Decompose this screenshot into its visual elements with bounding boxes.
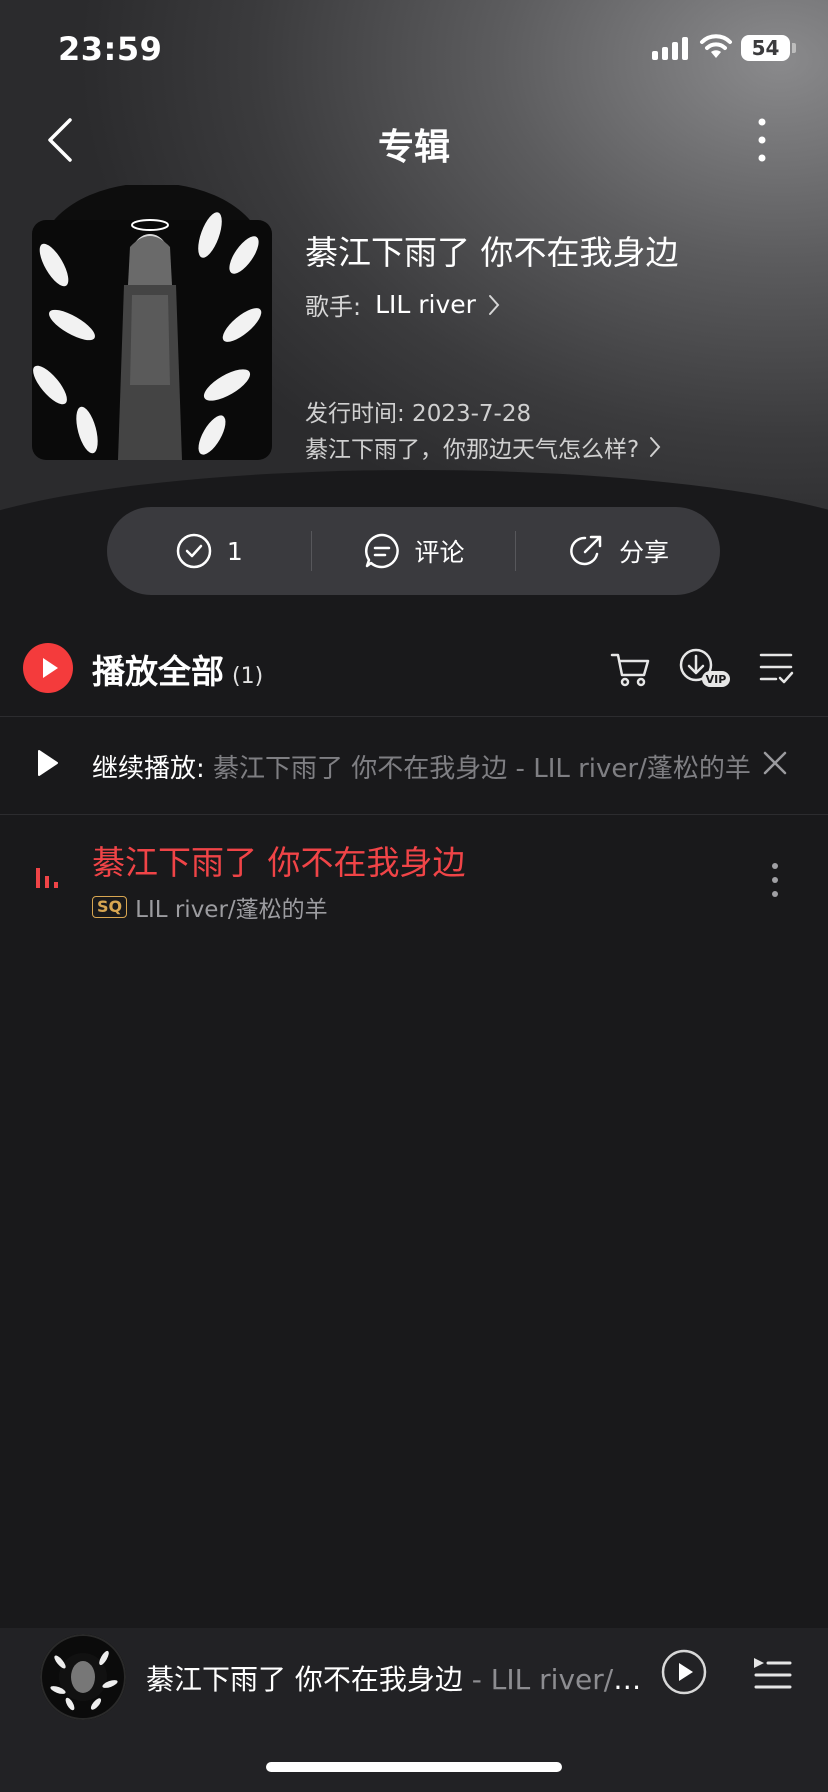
continue-song: 綦江下雨了 你不在我身边 - LIL river/蓬松的羊 xyxy=(204,754,751,784)
share-button[interactable]: 分享 xyxy=(516,532,720,570)
play-all-row: 播放全部 (1) VIP xyxy=(0,625,828,710)
mini-player-title: 綦江下雨了 你不在我身边 xyxy=(146,1663,463,1696)
status-time: 23:59 xyxy=(58,30,163,68)
now-playing-icon xyxy=(36,866,58,888)
play-circle-icon[interactable] xyxy=(660,1648,708,1696)
play-all-button[interactable] xyxy=(23,643,73,693)
cellular-signal-icon xyxy=(652,36,688,60)
continue-playing-bar[interactable]: 继续播放: 綦江下雨了 你不在我身边 - LIL river/蓬松的羊 xyxy=(0,716,828,814)
play-all-text: 播放全部 xyxy=(92,652,224,691)
album-description-text: 綦江下雨了，你那边天气怎么样? xyxy=(305,437,640,463)
collect-count: 1 xyxy=(226,536,243,566)
album-screen: 23:59 54 专辑 綦江下雨了 你不在我身边 歌手: LIL river 发… xyxy=(0,0,828,1792)
divider xyxy=(0,814,828,815)
share-label: 分享 xyxy=(619,538,670,567)
cart-icon[interactable] xyxy=(606,643,656,693)
song-row[interactable]: 綦江下雨了 你不在我身边 SQ LIL river/蓬松的羊 xyxy=(0,830,828,930)
release-date: 发行时间: 2023-7-28 xyxy=(305,401,532,427)
mini-player-cover[interactable] xyxy=(40,1634,126,1720)
album-title: 綦江下雨了 你不在我身边 xyxy=(305,233,679,272)
home-indicator[interactable] xyxy=(266,1762,562,1772)
mini-player-artist: - LIL river/蓬松的羊 xyxy=(471,1663,646,1696)
album-cover[interactable] xyxy=(32,185,272,460)
play-all-count: (1) xyxy=(232,664,264,689)
chevron-right-icon xyxy=(488,294,500,315)
comment-button[interactable]: 评论 xyxy=(312,532,516,570)
play-icon xyxy=(43,658,58,678)
vip-download-icon[interactable]: VIP xyxy=(676,643,734,693)
collect-button[interactable]: 1 xyxy=(107,532,311,570)
more-vertical-icon[interactable] xyxy=(750,115,774,165)
play-icon xyxy=(38,750,58,776)
status-bar: 23:59 54 xyxy=(0,0,828,100)
comment-label: 评论 xyxy=(414,538,465,567)
album-actions-bar: 1 评论 分享 xyxy=(107,507,720,595)
svg-text:VIP: VIP xyxy=(706,673,727,686)
share-icon xyxy=(570,535,602,566)
song-meta: SQ LIL river/蓬松的羊 xyxy=(92,890,328,924)
battery-indicator: 54 xyxy=(741,35,790,61)
close-icon[interactable] xyxy=(762,750,788,776)
continue-label: 继续播放: xyxy=(92,754,205,784)
chevron-right-icon xyxy=(650,437,661,457)
play-all-label[interactable]: 播放全部 (1) xyxy=(92,645,263,693)
page-title: 专辑 xyxy=(377,127,450,168)
sq-quality-badge: SQ xyxy=(92,896,128,918)
more-vertical-icon[interactable] xyxy=(770,860,780,900)
comment-icon xyxy=(364,533,399,569)
wifi-icon xyxy=(700,34,732,58)
continue-text: 继续播放: 綦江下雨了 你不在我身边 - LIL river/蓬松的羊 xyxy=(92,748,752,785)
song-artists: LIL river/蓬松的羊 xyxy=(135,897,328,923)
artist-link[interactable]: 歌手: LIL river xyxy=(305,287,504,322)
check-circle-icon xyxy=(176,533,212,569)
album-description[interactable]: 綦江下雨了，你那边天气怎么样? xyxy=(305,430,665,464)
battery-tip xyxy=(792,43,796,53)
song-title: 綦江下雨了 你不在我身边 xyxy=(92,843,466,882)
artist-label: 歌手: xyxy=(305,293,362,321)
artist-name: LIL river xyxy=(375,290,476,319)
multi-select-icon[interactable] xyxy=(752,643,802,693)
album-art-thumb xyxy=(40,1634,126,1720)
mini-player-text: 綦江下雨了 你不在我身边 - LIL river/蓬松的羊 xyxy=(146,1658,646,1698)
playlist-icon[interactable] xyxy=(752,1654,792,1694)
